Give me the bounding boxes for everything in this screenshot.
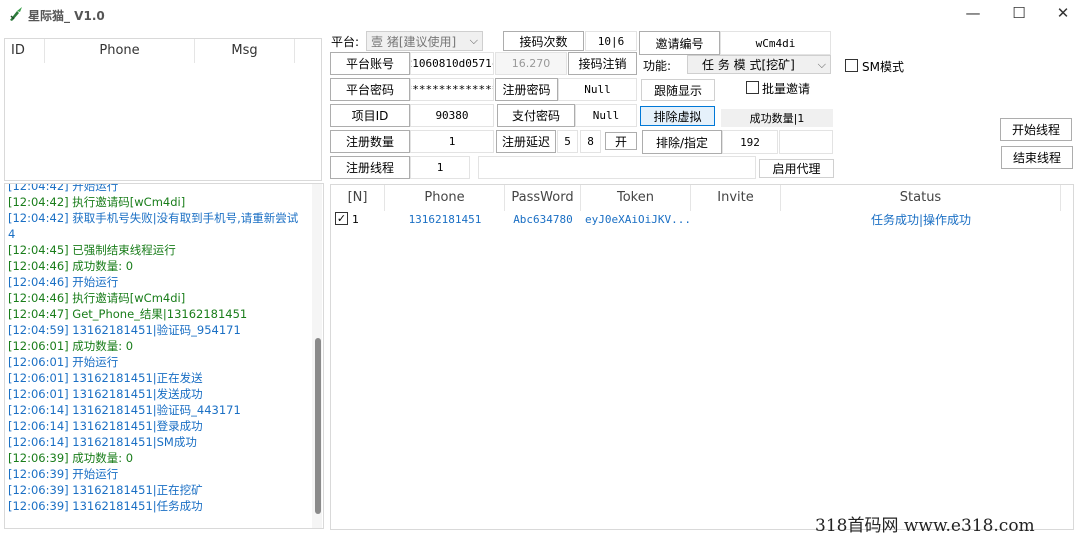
function-label: 功能:: [643, 59, 672, 73]
log-line: [12:06:01] 13162181451|发送成功: [8, 387, 203, 401]
invite-code-button[interactable]: 邀请编号: [639, 31, 720, 55]
register-thread-field[interactable]: 1: [410, 156, 470, 179]
column-header-msg[interactable]: Msg: [195, 39, 295, 63]
function-value: 任 务 模 式[挖矿]: [702, 58, 795, 72]
exclude-specify-button[interactable]: 排除/指定: [642, 130, 722, 154]
balance-field: 16.270: [495, 52, 567, 75]
column-header-invite[interactable]: Invite: [691, 185, 781, 211]
register-password-button[interactable]: 注册密码: [495, 78, 558, 101]
row-n: 1: [352, 213, 359, 226]
log-line: 4: [8, 227, 16, 241]
title-bar: [0, 0, 1076, 30]
log-line: [12:04:47] Get_Phone_结果|13162181451: [8, 307, 248, 321]
batch-invite-checkbox[interactable]: [746, 81, 759, 94]
success-count-display: 成功数量|1: [721, 109, 833, 127]
project-id-button[interactable]: 项目ID: [330, 104, 410, 127]
platform-account-button[interactable]: 平台账号: [330, 52, 410, 75]
platform-label: 平台:: [331, 35, 360, 49]
column-header-phone[interactable]: Phone: [45, 39, 195, 63]
platform-select[interactable]: 壹 猪[建议使用] ⌵: [366, 31, 483, 51]
log-line: [12:06:39] 13162181451|任务成功: [8, 499, 203, 513]
row-status: 任务成功|操作成功: [870, 213, 972, 227]
invite-code-field[interactable]: wCm4di: [720, 31, 831, 55]
exclude-virtual-button[interactable]: 排除虚拟: [640, 106, 715, 126]
row-checkbox[interactable]: ✓: [335, 212, 348, 225]
window-title: 星际猫_ V1.0: [28, 9, 105, 23]
exclude-specify-field[interactable]: 192: [722, 130, 778, 154]
register-password-field[interactable]: Null: [558, 78, 637, 101]
exclude-extra-field[interactable]: [779, 130, 833, 154]
receive-logout-button[interactable]: 接码注销: [568, 52, 637, 75]
log-line: [12:06:01] 13162181451|正在发送: [8, 371, 203, 385]
minimize-button[interactable]: —: [950, 0, 996, 28]
batch-invite-label: 批量邀请: [762, 82, 811, 96]
delay-toggle-button[interactable]: 开: [605, 132, 637, 150]
log-line: [12:06:01] 成功数量: 0: [8, 339, 134, 353]
app-logo-icon: [10, 7, 22, 21]
platform-value: 壹 猪[建议使用]: [371, 34, 457, 49]
log-panel[interactable]: [12:04:42] 开始运行 [12:04:42] 执行邀请码[wCm4di]…: [4, 183, 324, 529]
log-line: [12:06:14] 13162181451|登录成功: [8, 419, 203, 433]
row-password: Abc634780: [513, 213, 573, 226]
row-phone: 13162181451: [408, 213, 482, 226]
platform-password-button[interactable]: 平台密码: [330, 78, 410, 101]
column-header-id[interactable]: ID: [5, 39, 45, 63]
log-line: [12:04:46] 执行邀请码[wCm4di]: [8, 291, 186, 305]
column-header-password[interactable]: PassWord: [505, 185, 581, 211]
proxy-input[interactable]: [478, 156, 756, 179]
platform-password-field[interactable]: **************: [410, 78, 494, 101]
phone-list[interactable]: ID Phone Msg: [4, 38, 322, 181]
delay-max-field[interactable]: 8: [580, 130, 601, 153]
delay-min-field[interactable]: 5: [557, 130, 578, 153]
row-token: eyJ0eXAiOiJKV...: [585, 213, 689, 226]
log-line: [12:06:39] 13162181451|正在挖矿: [8, 483, 203, 497]
pay-password-button[interactable]: 支付密码: [497, 104, 575, 127]
column-header-n[interactable]: [N]: [331, 185, 385, 211]
watermark: 318首码网 www.e318.com: [815, 516, 1035, 533]
sm-mode-checkbox[interactable]: [845, 59, 858, 72]
maximize-button[interactable]: ☐: [996, 0, 1042, 28]
register-delay-button[interactable]: 注册延迟: [496, 130, 556, 153]
log-line: [12:04:42] 开始运行: [8, 183, 119, 193]
column-header-phone[interactable]: Phone: [385, 185, 505, 211]
log-scrollbar-thumb[interactable]: [315, 338, 321, 514]
log-line: [12:06:14] 13162181451|SM成功: [8, 435, 197, 449]
register-thread-button[interactable]: 注册线程: [330, 156, 410, 179]
log-line: [12:04:42] 获取手机号失败|没有取到手机号,请重新尝试: [8, 211, 299, 225]
log-line: [12:04:46] 开始运行: [8, 275, 119, 289]
register-count-field[interactable]: 1: [410, 130, 494, 153]
log-line: [12:04:42] 执行邀请码[wCm4di]: [8, 195, 186, 209]
log-line: [12:06:39] 成功数量: 0: [8, 451, 134, 465]
sm-mode-label: SM模式: [862, 60, 904, 74]
log-line: [12:06:01] 开始运行: [8, 355, 119, 369]
column-header-status[interactable]: Status: [781, 185, 1061, 211]
register-count-button[interactable]: 注册数量: [330, 130, 410, 153]
close-button[interactable]: ✕: [1040, 0, 1076, 28]
pay-password-field[interactable]: Null: [575, 104, 637, 127]
log-line: [12:04:46] 成功数量: 0: [8, 259, 134, 273]
chevron-down-icon: ⌵: [469, 34, 478, 47]
project-id-field[interactable]: 90380: [410, 104, 494, 127]
function-select[interactable]: 任 务 模 式[挖矿] ⌵: [687, 55, 831, 74]
enable-proxy-button[interactable]: 启用代理: [759, 159, 834, 178]
start-thread-button[interactable]: 开始线程: [1000, 118, 1072, 141]
row-invite: [691, 211, 781, 229]
follow-display-button[interactable]: 跟随显示: [641, 79, 715, 101]
platform-account-field[interactable]: 21060810d0571c: [410, 52, 494, 75]
result-grid[interactable]: [N] Phone PassWord Token Invite Status ✓…: [330, 184, 1074, 530]
log-line: [12:04:59] 13162181451|验证码_954171: [8, 323, 241, 337]
log-line: [12:06:14] 13162181451|验证码_443171: [8, 403, 241, 417]
chevron-down-icon: ⌵: [817, 58, 826, 71]
log-line: [12:06:39] 开始运行: [8, 467, 119, 481]
stop-thread-button[interactable]: 结束线程: [1001, 146, 1073, 169]
receive-count-field[interactable]: 10|6: [585, 31, 637, 51]
log-line: [12:04:45] 已强制结束线程运行: [8, 243, 176, 257]
column-header-token[interactable]: Token: [581, 185, 691, 211]
receive-count-button[interactable]: 接码次数: [503, 31, 584, 51]
